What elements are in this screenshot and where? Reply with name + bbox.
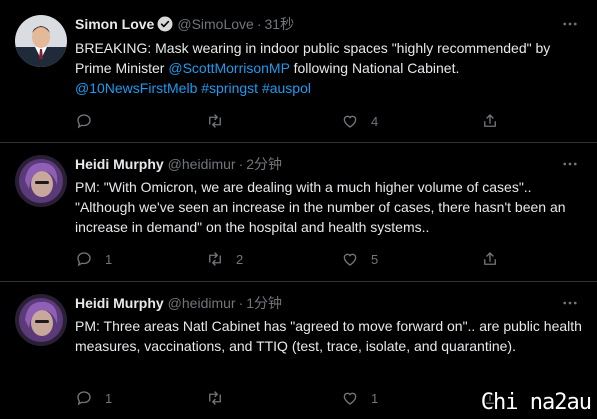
tweet-header: Heidi Murphy @heidimur · 1分钟 bbox=[75, 294, 282, 312]
timestamp[interactable]: 1分钟 bbox=[246, 294, 282, 312]
retweet-count: 2 bbox=[236, 251, 244, 267]
retweet-icon bbox=[206, 250, 224, 268]
share-button[interactable] bbox=[481, 111, 499, 131]
tweet-text-segment: PM: Three areas Natl Cabinet has "agreed… bbox=[75, 318, 582, 354]
like-button[interactable]: 1 bbox=[341, 388, 378, 408]
tweet[interactable]: Heidi Murphy @heidimur · 2分钟 PM: "With O… bbox=[0, 143, 597, 281]
more-icon[interactable] bbox=[561, 155, 579, 173]
like-count: 5 bbox=[371, 251, 379, 267]
reply-icon bbox=[75, 389, 93, 407]
hashtag-link[interactable]: #auspol bbox=[262, 80, 311, 96]
tweet-header: Simon Love @SimoLove · 31秒 bbox=[75, 15, 294, 33]
mention-link[interactable]: @10NewsFirstMelb bbox=[75, 80, 197, 96]
tweet-text-segment: following National Cabinet. bbox=[289, 60, 460, 76]
retweet-button[interactable]: 2 bbox=[206, 249, 243, 269]
avatar[interactable] bbox=[15, 155, 67, 207]
author-handle[interactable]: @heidimur bbox=[168, 294, 236, 312]
share-button[interactable] bbox=[481, 249, 499, 269]
separator-dot: · bbox=[256, 16, 262, 32]
tweet-text: PM: Three areas Natl Cabinet has "agreed… bbox=[75, 316, 585, 356]
retweet-icon bbox=[206, 389, 224, 407]
like-count: 1 bbox=[371, 390, 379, 406]
mention-link[interactable]: @ScottMorrisonMP bbox=[168, 60, 289, 76]
tweet-actions: 1 2 5 bbox=[75, 249, 515, 269]
like-icon bbox=[341, 389, 359, 407]
reply-button[interactable]: 1 bbox=[75, 249, 112, 269]
retweet-icon bbox=[206, 112, 224, 130]
like-icon bbox=[341, 250, 359, 268]
share-icon bbox=[481, 250, 499, 268]
tweet-header: Heidi Murphy @heidimur · 2分钟 bbox=[75, 155, 282, 173]
hashtag-link[interactable]: #springst bbox=[201, 80, 258, 96]
like-button[interactable]: 5 bbox=[341, 249, 378, 269]
retweet-button[interactable] bbox=[206, 388, 236, 408]
reply-icon bbox=[75, 112, 93, 130]
tweet-actions: 1 1 bbox=[75, 388, 515, 408]
like-button[interactable]: 4 bbox=[341, 111, 378, 131]
watermark: Chi na2au bbox=[480, 390, 592, 415]
reply-button[interactable] bbox=[75, 111, 105, 131]
tweet-text: BREAKING: Mask wearing in indoor public … bbox=[75, 38, 585, 98]
reply-count: 1 bbox=[105, 390, 113, 406]
author-handle[interactable]: @SimoLove bbox=[177, 15, 253, 33]
more-icon[interactable] bbox=[561, 294, 579, 312]
reply-icon bbox=[75, 250, 93, 268]
avatar[interactable] bbox=[15, 294, 67, 346]
avatar[interactable] bbox=[15, 15, 67, 67]
like-count: 4 bbox=[371, 113, 379, 129]
author-name[interactable]: Heidi Murphy bbox=[75, 294, 164, 312]
reply-count: 1 bbox=[105, 251, 113, 267]
verified-badge-icon bbox=[157, 16, 173, 32]
share-icon bbox=[481, 112, 499, 130]
retweet-button[interactable] bbox=[206, 111, 236, 131]
timestamp[interactable]: 2分钟 bbox=[246, 155, 282, 173]
tweet-text: PM: "With Omicron, we are dealing with a… bbox=[75, 177, 585, 237]
author-name[interactable]: Heidi Murphy bbox=[75, 155, 164, 173]
reply-button[interactable]: 1 bbox=[75, 388, 112, 408]
separator-dot: · bbox=[238, 295, 244, 311]
author-name[interactable]: Simon Love bbox=[75, 15, 154, 33]
tweet-text-segment: PM: "With Omicron, we are dealing with a… bbox=[75, 179, 566, 235]
author-handle[interactable]: @heidimur bbox=[168, 155, 236, 173]
like-icon bbox=[341, 112, 359, 130]
more-icon[interactable] bbox=[561, 15, 579, 33]
timestamp[interactable]: 31秒 bbox=[265, 15, 295, 33]
tweet-actions: 4 bbox=[75, 111, 515, 131]
separator-dot: · bbox=[238, 156, 244, 172]
tweet[interactable]: Simon Love @SimoLove · 31秒 BREAKING: Mas… bbox=[0, 0, 597, 142]
